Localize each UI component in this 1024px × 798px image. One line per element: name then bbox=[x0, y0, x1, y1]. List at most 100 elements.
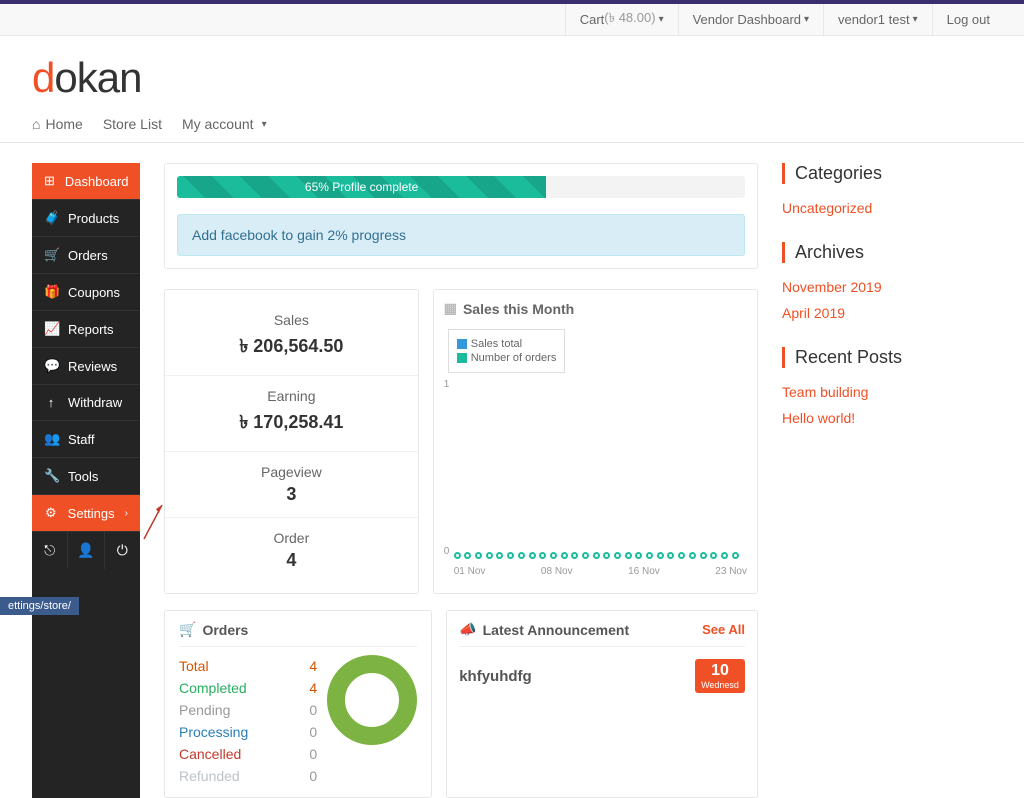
sidebar-item-withdraw[interactable]: ↑ Withdraw bbox=[32, 385, 140, 421]
chart-point bbox=[657, 552, 664, 559]
chart-point bbox=[475, 552, 482, 559]
archive-link[interactable]: November 2019 bbox=[782, 279, 992, 295]
sidebar-icon: 👥 bbox=[44, 431, 58, 447]
chart-point bbox=[721, 552, 728, 559]
status-bar: ettings/store/ bbox=[0, 597, 79, 615]
chart-point bbox=[582, 552, 589, 559]
sidebar-icon: 💬 bbox=[44, 358, 58, 374]
order-row-refunded[interactable]: Refunded0 bbox=[179, 765, 317, 787]
progress-bar: 65% Profile complete bbox=[177, 176, 745, 198]
legend-color-sales bbox=[457, 339, 467, 349]
chart-legend: Sales total Number of orders bbox=[448, 329, 566, 373]
see-all-link[interactable]: See All bbox=[702, 622, 745, 637]
sidebar-label: Dashboard bbox=[65, 174, 129, 189]
right-sidebar: Categories Uncategorized Archives Novemb… bbox=[782, 163, 992, 798]
sidebar-icon: ⚙ bbox=[44, 505, 58, 521]
order-row-pending[interactable]: Pending0 bbox=[179, 699, 317, 721]
recent-post-link[interactable]: Hello world! bbox=[782, 410, 992, 426]
date-badge: 10 Wednesd bbox=[695, 659, 745, 693]
chart-point bbox=[678, 552, 685, 559]
sidebar-item-reports[interactable]: 📈Reports bbox=[32, 311, 140, 348]
chart-point bbox=[593, 552, 600, 559]
chart-point bbox=[603, 552, 610, 559]
sidebar-icon: ⊞ bbox=[44, 173, 55, 189]
sidebar-label: Tools bbox=[68, 469, 98, 484]
chart-point bbox=[625, 552, 632, 559]
info-alert[interactable]: Add facebook to gain 2% progress bbox=[177, 214, 745, 256]
cart-icon: 🛒 bbox=[179, 621, 196, 638]
x-axis-label: 01 Nov bbox=[454, 566, 486, 577]
sidebar-icon: ↑ bbox=[44, 395, 58, 410]
caret-down-icon: ▾ bbox=[659, 14, 664, 25]
sidebar-item-reviews[interactable]: 💬 Reviews bbox=[32, 348, 140, 385]
sidebar-item-dashboard[interactable]: ⊞ Dashboard bbox=[32, 163, 140, 200]
category-link[interactable]: Uncategorized bbox=[782, 200, 992, 216]
order-row-cancelled[interactable]: Cancelled0 bbox=[179, 743, 317, 765]
order-row-completed[interactable]: Completed4 bbox=[179, 677, 317, 699]
chart-point bbox=[700, 552, 707, 559]
stat-sales: Sales ৳ 206,564.50 bbox=[165, 300, 418, 376]
chevron-right-icon: › bbox=[125, 508, 128, 519]
nav-my-account[interactable]: My account ▾ bbox=[182, 116, 267, 132]
chart-point bbox=[635, 552, 642, 559]
categories-widget: Categories Uncategorized bbox=[782, 163, 992, 216]
x-axis-label: 23 Nov bbox=[715, 566, 747, 577]
logo[interactable]: dokan bbox=[32, 54, 992, 102]
orders-panel: 🛒 Orders Total4Completed4Pending0Process… bbox=[164, 610, 432, 798]
chart-point bbox=[529, 552, 536, 559]
sidebar-item-products[interactable]: 🧳 Products bbox=[32, 200, 140, 237]
sidebar-item-orders[interactable]: 🛒 Orders bbox=[32, 237, 140, 274]
stat-order: Order 4 bbox=[165, 518, 418, 583]
order-row-total[interactable]: Total4 bbox=[179, 655, 317, 677]
sidebar-label: Settings bbox=[68, 506, 115, 521]
archives-widget: Archives November 2019April 2019 bbox=[782, 242, 992, 321]
nav-home[interactable]: ⌂ Home bbox=[32, 116, 83, 132]
megaphone-icon: 📣 bbox=[459, 621, 476, 638]
sidebar-label: Products bbox=[68, 211, 119, 226]
vendor-dashboard-link[interactable]: Vendor Dashboard ▾ bbox=[678, 4, 823, 35]
sidebar-icon: 🧳 bbox=[44, 210, 58, 226]
cart-label: Cart bbox=[580, 12, 605, 27]
logout-link[interactable]: Log out bbox=[932, 4, 1004, 35]
sidebar-icon: 🔧 bbox=[44, 468, 58, 484]
sidebar-item-staff[interactable]: 👥 Staff bbox=[32, 421, 140, 458]
chart-point bbox=[464, 552, 471, 559]
sidebar-label: Orders bbox=[68, 248, 108, 263]
sidebar-icon: 🛒 bbox=[44, 247, 58, 263]
sidebar-label: Reviews bbox=[68, 359, 117, 374]
stats-panel: Sales ৳ 206,564.50 Earning ৳ 170,258.41 … bbox=[164, 289, 419, 594]
chart-point bbox=[496, 552, 503, 559]
legend-color-orders bbox=[457, 353, 467, 363]
chart-point bbox=[646, 552, 653, 559]
chart-point bbox=[507, 552, 514, 559]
sidebar-item-tools[interactable]: 🔧 Tools bbox=[32, 458, 140, 495]
profile-progress-panel: 65% Profile complete Add facebook to gai… bbox=[164, 163, 758, 269]
chart-point bbox=[732, 552, 739, 559]
nav-store-list[interactable]: Store List bbox=[103, 116, 162, 132]
chart-point bbox=[571, 552, 578, 559]
cart-amount: (৳ 48.00) bbox=[604, 9, 655, 30]
chart-point bbox=[550, 552, 557, 559]
recent-post-link[interactable]: Team building bbox=[782, 384, 992, 400]
sidebar-label: Staff bbox=[68, 432, 95, 447]
caret-down-icon: ▾ bbox=[262, 119, 267, 130]
home-icon: ⌂ bbox=[32, 116, 40, 132]
sidebar-item-coupons[interactable]: 🎁Coupons bbox=[32, 274, 140, 311]
user-menu[interactable]: vendor1 test ▾ bbox=[823, 4, 932, 35]
announcement-item[interactable]: khfyuhdfg 10 Wednesd bbox=[459, 659, 745, 693]
x-axis-label: 16 Nov bbox=[628, 566, 660, 577]
external-link-icon[interactable]: ⎋ bbox=[32, 532, 68, 569]
calendar-icon: ▦ bbox=[444, 300, 457, 317]
chart-point bbox=[539, 552, 546, 559]
sidebar-icon: 📈 bbox=[44, 321, 58, 337]
cart-link[interactable]: Cart (৳ 48.00) ▾ bbox=[565, 4, 678, 35]
power-icon[interactable]: ⏻ bbox=[105, 532, 140, 569]
header: dokan ⌂ Home Store List My account ▾ bbox=[0, 36, 1024, 143]
chart-point bbox=[486, 552, 493, 559]
archive-link[interactable]: April 2019 bbox=[782, 305, 992, 321]
order-row-processing[interactable]: Processing0 bbox=[179, 721, 317, 743]
sidebar-item-settings[interactable]: ⚙ Settings › bbox=[32, 495, 140, 532]
chart-point bbox=[561, 552, 568, 559]
user-icon[interactable]: 👤 bbox=[68, 532, 104, 569]
sidebar-label: Withdraw bbox=[68, 395, 122, 410]
